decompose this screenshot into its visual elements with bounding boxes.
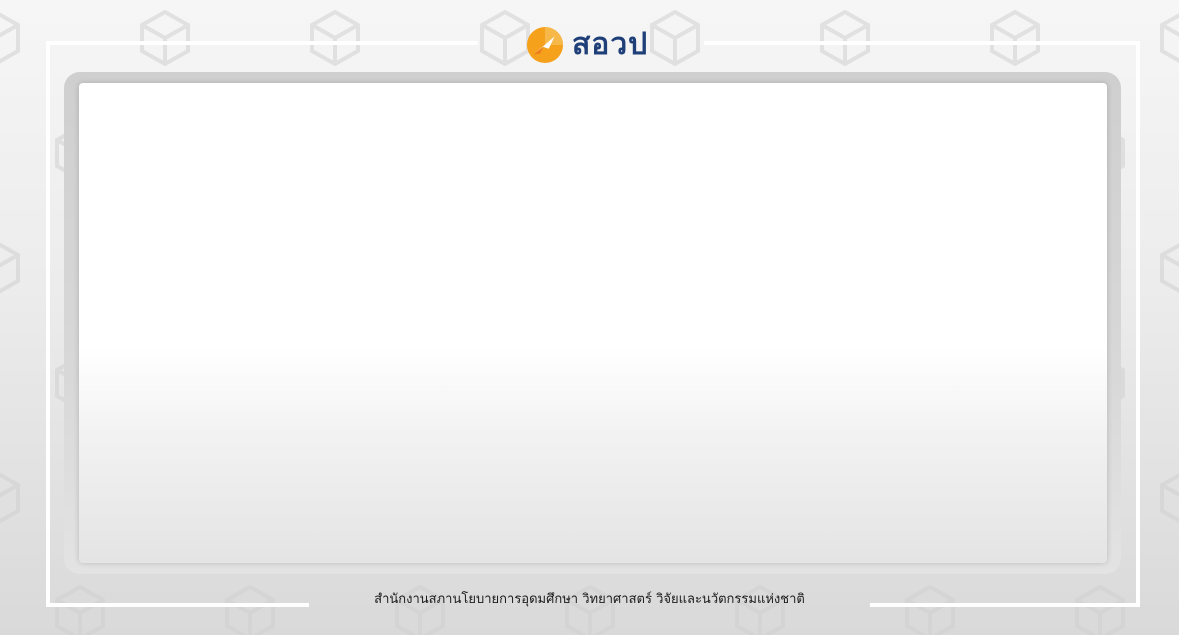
- cube-outline-icon: [0, 470, 20, 526]
- cube-outline-icon: [1075, 585, 1125, 635]
- cube-outline-icon: [140, 10, 190, 66]
- cube-outline-icon: [990, 10, 1040, 66]
- frame-left-line: [46, 41, 50, 607]
- frame-top-left-line: [46, 41, 478, 45]
- cube-outline-icon: [1160, 240, 1179, 296]
- logo-text: สอวป: [572, 27, 649, 62]
- cube-outline-icon: [650, 10, 700, 66]
- cube-outline-icon: [55, 585, 105, 635]
- cube-outline-icon: [310, 10, 360, 66]
- frame-bottom-left-line: [46, 603, 309, 607]
- cube-outline-icon: [225, 585, 275, 635]
- cube-outline-icon: [0, 240, 20, 296]
- frame-bottom-right-line: [870, 603, 1140, 607]
- cube-outline-icon: [1160, 470, 1179, 526]
- cube-outline-icon: [1160, 10, 1179, 66]
- frame-right-line: [1136, 41, 1140, 607]
- orange-arrow-circle-icon: [526, 26, 564, 64]
- frame-top-right-line: [704, 41, 1140, 45]
- cube-outline-icon: [905, 585, 955, 635]
- organization-name: สำนักงานสภานโยบายการอุดมศึกษา วิทยาศาสตร…: [374, 592, 805, 607]
- content-panel: [79, 83, 1107, 563]
- cube-outline-icon: [0, 10, 20, 66]
- logo: สอวป: [526, 22, 648, 68]
- cube-outline-icon: [820, 10, 870, 66]
- cube-outline-icon: [480, 10, 530, 66]
